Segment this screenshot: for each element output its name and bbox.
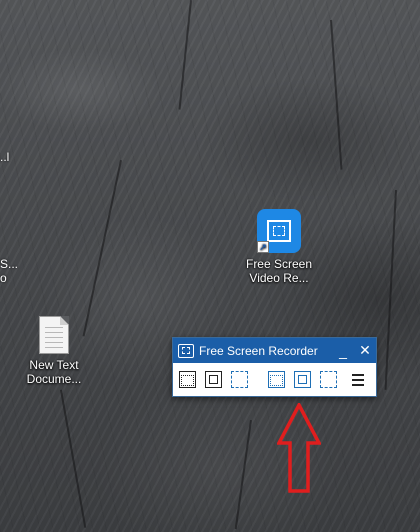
recorder-toolbar	[173, 363, 376, 396]
recorder-app-icon	[178, 343, 194, 358]
desktop-icon-label: Free Screen	[245, 257, 313, 271]
desktop-icon-new-text-document[interactable]: New Text Docume...	[19, 316, 89, 386]
text-document-icon	[39, 316, 69, 354]
screenshot-window-icon[interactable]	[294, 371, 311, 388]
rock-crack	[330, 19, 343, 170]
window-title: Free Screen Recorder	[199, 343, 318, 358]
screenshot-region-icon[interactable]	[268, 371, 285, 388]
record-window-icon[interactable]	[205, 371, 222, 388]
partial-desktop-label[interactable]: S...	[0, 257, 18, 271]
desktop-icon-label: New Text	[29, 358, 79, 372]
screen-recorder-app-icon: ↗	[257, 209, 301, 253]
record-fullscreen-icon[interactable]	[231, 371, 248, 388]
screenshot-fullscreen-icon[interactable]	[320, 371, 337, 388]
rock-crack	[234, 420, 252, 530]
rock-crack	[384, 190, 397, 390]
close-button[interactable]: ✕	[354, 338, 376, 363]
red-up-arrow-annotation	[277, 403, 321, 493]
window-titlebar[interactable]: Free Screen Recorder _ ✕	[173, 338, 376, 363]
shortcut-arrow-icon: ↗	[257, 241, 269, 253]
desktop-icon-label: Video Re...	[249, 271, 309, 285]
rock-crack	[82, 160, 122, 337]
free-screen-recorder-window: Free Screen Recorder _ ✕	[172, 337, 377, 397]
menu-icon[interactable]	[352, 371, 364, 388]
desktop-icon-free-screen-video-recorder[interactable]: ↗ Free Screen Video Re...	[244, 209, 314, 285]
minimize-button[interactable]: _	[332, 338, 354, 363]
desktop-icon-label: Docume...	[26, 372, 82, 386]
rock-crack	[178, 0, 192, 110]
partial-desktop-label[interactable]: o	[0, 271, 7, 285]
partial-desktop-label[interactable]: ..l	[0, 150, 9, 164]
record-region-icon[interactable]	[179, 371, 196, 388]
rock-crack	[60, 389, 87, 528]
